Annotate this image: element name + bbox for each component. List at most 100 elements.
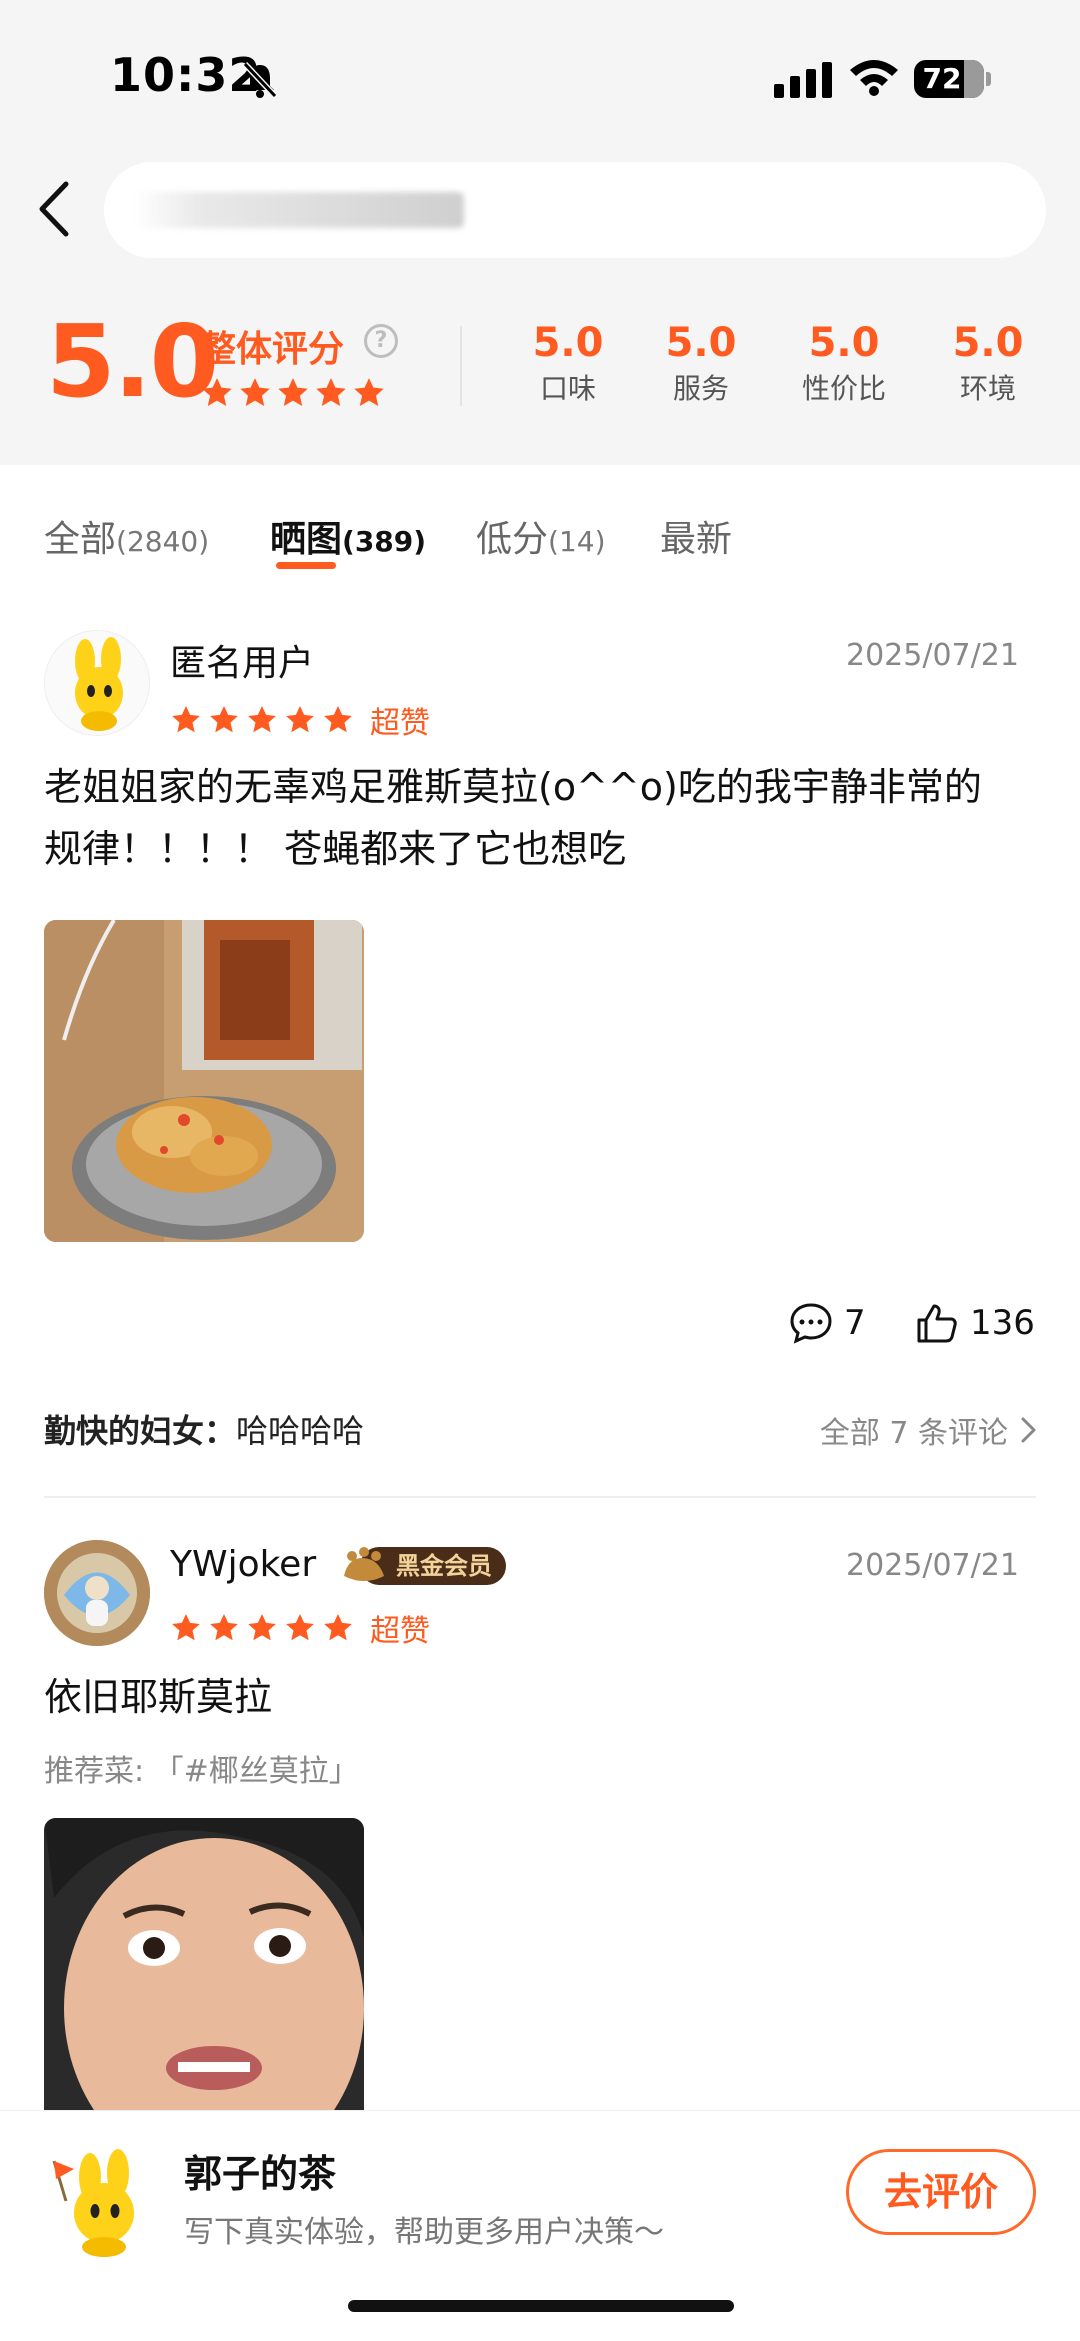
top-comment[interactable]: 勤快的妇女：哈哈哈哈 <box>44 1406 364 1452</box>
star-icon <box>248 1614 276 1641</box>
subscore-value: 5.0 <box>665 320 737 366</box>
user-avatar-image <box>44 1540 150 1646</box>
review-date: 2025/07/21 <box>846 638 1019 673</box>
review-username[interactable]: YWjoker <box>170 1544 316 1585</box>
status-time: 10:32 <box>110 48 262 102</box>
mascot-icon <box>52 2149 134 2257</box>
subscore-value: 5.0 <box>952 320 1024 366</box>
tab-latest[interactable]: 最新 <box>660 510 732 562</box>
tab-label: 低分 <box>476 519 549 560</box>
chevron-right-icon <box>1021 1417 1036 1443</box>
star-icon <box>316 378 346 407</box>
review-username[interactable]: 匿名用户 <box>170 634 314 686</box>
tab-label: 全部 <box>44 519 117 560</box>
tab-all[interactable]: 全部(2840) <box>44 510 209 562</box>
mascot-avatar-icon <box>75 637 123 731</box>
star-icon <box>278 378 308 407</box>
tab-label: 最新 <box>660 519 733 560</box>
rating-tag: 超赞 <box>370 1614 430 1649</box>
food-photo-image <box>44 920 364 1242</box>
battery-level: 72 <box>922 62 962 95</box>
status-bar: 10:32 72 <box>0 0 1080 150</box>
tab-count: (2840) <box>116 525 210 558</box>
overall-score: 5.0 <box>46 303 219 420</box>
subscore-value: 5.0 <box>532 320 604 366</box>
subscore-label: 环境 <box>959 372 1016 405</box>
score-divider <box>460 326 462 406</box>
comment-icon <box>790 1303 832 1344</box>
star-group <box>170 1612 354 1644</box>
review-text: 老姐姐家的无辜鸡足雅斯莫拉(o^^o)吃的我宇静非常的 规律！！！！ 苍蝇都来了… <box>44 756 1044 880</box>
face-photo-image <box>44 1818 364 2118</box>
subscore-value: 5.0 <box>808 320 880 366</box>
star-icon <box>240 378 270 407</box>
star-icon <box>354 378 384 407</box>
comment-count: 7 <box>844 1303 866 1343</box>
subscore-value-for-money: 5.0 性价比 <box>784 318 904 410</box>
review-photo[interactable] <box>44 920 364 1242</box>
tab-low-score[interactable]: 低分(14) <box>476 510 606 562</box>
star-icon <box>324 706 352 733</box>
all-comments-link[interactable]: 全部 7 条评论 <box>820 1408 1040 1452</box>
review-photo[interactable] <box>44 1818 364 2118</box>
bell-muted-icon <box>242 61 278 99</box>
subscore-environment: 5.0 环境 <box>928 318 1048 410</box>
review-text-line: 规律！！！！ 苍蝇都来了它也想吃 <box>44 827 627 871</box>
subscore-label: 性价比 <box>801 372 886 405</box>
review-hint: 写下真实体验，帮助更多用户决策～ <box>184 2215 664 2250</box>
star-icon <box>202 378 232 407</box>
star-icon <box>210 1614 238 1641</box>
star-group <box>170 704 354 736</box>
search-bar[interactable] <box>104 162 1046 258</box>
subscore-label: 服务 <box>672 372 729 405</box>
star-icon <box>324 1614 352 1641</box>
review-text: 依旧耶斯莫拉 <box>44 1675 273 1719</box>
star-icon <box>248 706 276 733</box>
star-icon <box>286 1614 314 1641</box>
subscore-service: 5.0 服务 <box>641 318 761 410</box>
subscore-taste: 5.0 口味 <box>508 318 628 410</box>
rating-tag: 超赞 <box>370 706 430 741</box>
shop-name: 郭子的茶 <box>184 2152 337 2196</box>
top-comment-user: 勤快的妇女： <box>44 1412 237 1450</box>
active-tab-indicator <box>276 562 336 569</box>
header-area: 10:32 72 5.0 整体评分 ? 5.0 口味 5.0 服务 5.0 性价… <box>0 0 1080 465</box>
wifi-icon <box>850 60 898 96</box>
review-divider <box>44 1496 1036 1498</box>
review-date: 2025/07/21 <box>846 1548 1019 1583</box>
home-indicator[interactable] <box>348 2300 734 2312</box>
tab-count: (389) <box>342 525 427 558</box>
all-comments-label: 全部 7 条评论 <box>819 1416 1008 1451</box>
battery-indicator: 72 <box>914 60 984 98</box>
like-count: 136 <box>970 1303 1035 1343</box>
star-icon <box>210 706 238 733</box>
review-stars: 超赞 <box>170 1606 430 1650</box>
star-icon <box>172 1614 200 1641</box>
tab-count: (14) <box>548 525 606 558</box>
like-button[interactable]: 136 <box>914 1300 1035 1346</box>
write-review-button[interactable]: 去评价 <box>846 2149 1036 2235</box>
battery-nub <box>986 72 991 86</box>
overall-stars <box>200 376 386 410</box>
blurred-shop-title <box>134 192 464 228</box>
tab-label: 晒图 <box>270 519 343 560</box>
overall-label: 整体评分 <box>200 329 345 370</box>
back-arrow-icon[interactable] <box>30 176 80 242</box>
thumbs-up-icon <box>917 1304 957 1343</box>
star-icon <box>172 706 200 733</box>
avatar[interactable] <box>44 630 150 736</box>
cellular-signal-icon <box>774 62 832 98</box>
vip-paw-icon <box>344 1547 384 1581</box>
top-comment-text: 哈哈哈哈 <box>236 1412 365 1450</box>
vip-badge: 黑金会员 <box>338 1546 506 1586</box>
tab-photos[interactable]: 晒图(389) <box>270 510 426 562</box>
comment-button[interactable]: 7 <box>788 1300 866 1346</box>
help-icon[interactable]: ? <box>364 324 398 358</box>
review-filter-tabs: 全部(2840) 晒图(389) 低分(14) 最新 <box>0 500 1080 580</box>
star-icon <box>286 706 314 733</box>
recommended-dish[interactable]: 推荐菜: 「#椰丝莫拉」 <box>44 1746 359 1790</box>
subscore-label: 口味 <box>539 372 596 405</box>
review-text-line: 老姐姐家的无辜鸡足雅斯莫拉(o^^o)吃的我宇静非常的 <box>44 765 982 809</box>
avatar[interactable] <box>44 1540 150 1646</box>
review-stars: 超赞 <box>170 698 430 742</box>
